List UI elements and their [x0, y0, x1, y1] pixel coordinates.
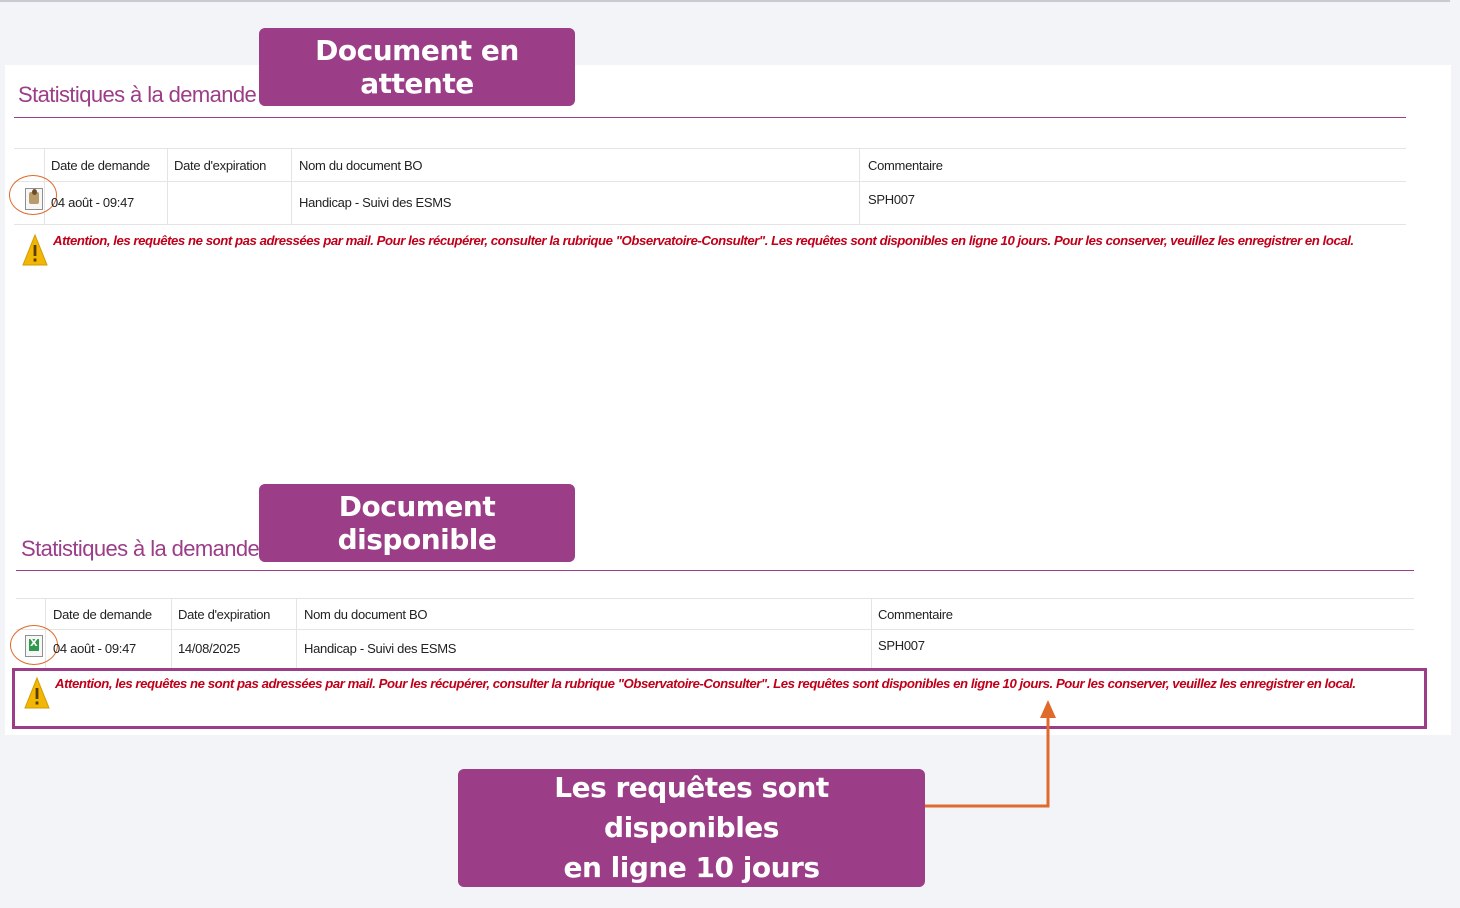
table-border	[14, 224, 1406, 225]
callout-availability-note: Les requêtes sont disponibles en ligne 1…	[458, 769, 925, 887]
cell-nom-document: Handicap - Suivi des ESMS	[299, 195, 452, 210]
cell-commentaire: SPH007	[868, 192, 915, 207]
column-divider	[167, 148, 168, 224]
callout-pending: Document en attente	[259, 28, 575, 106]
cell-date-expiration: 14/08/2025	[178, 641, 241, 656]
section-divider	[16, 570, 1414, 571]
top-divider	[0, 0, 1450, 2]
column-divider	[291, 148, 292, 224]
column-header-nom-document[interactable]: Nom du document BO	[304, 607, 428, 622]
column-header-date-expiration[interactable]: Date d'expiration	[174, 158, 266, 173]
column-divider	[171, 598, 172, 668]
column-header-commentaire[interactable]: Commentaire	[878, 607, 953, 622]
highlight-circle	[10, 625, 58, 665]
warning-icon	[22, 233, 48, 266]
column-header-commentaire[interactable]: Commentaire	[868, 158, 943, 173]
warning-icon	[24, 676, 50, 709]
section-divider	[14, 117, 1406, 118]
table-border	[14, 148, 1406, 149]
highlight-circle	[9, 175, 57, 215]
warning-message: Attention, les requêtes ne sont pas adre…	[53, 233, 1354, 248]
table-border	[16, 598, 1414, 599]
section-title-pending: Statistiques à la demande	[18, 82, 257, 107]
column-header-date-demande[interactable]: Date de demande	[53, 607, 152, 622]
cell-nom-document: Handicap - Suivi des ESMS	[304, 641, 457, 656]
callout-available: Document disponible	[259, 484, 575, 562]
cell-date-demande: 04 août - 09:47	[51, 195, 134, 210]
column-divider	[296, 598, 297, 668]
column-header-nom-document[interactable]: Nom du document BO	[299, 158, 423, 173]
callout-note-line1: Les requêtes sont disponibles	[554, 771, 829, 844]
cell-commentaire: SPH007	[878, 638, 925, 653]
table-border	[16, 629, 1414, 630]
cell-date-demande: 04 août - 09:47	[53, 641, 136, 656]
warning-message: Attention, les requêtes ne sont pas adre…	[55, 676, 1356, 691]
callout-note-line2: en ligne 10 jours	[563, 851, 820, 884]
section-title-available: Statistiques à la demande	[21, 536, 260, 561]
column-divider	[871, 598, 872, 668]
requests-table-available: Date de demande Date d'expiration Nom du…	[10, 598, 1414, 668]
requests-table-pending: Date de demande Date d'expiration Nom du…	[9, 148, 1406, 226]
column-header-date-demande[interactable]: Date de demande	[51, 158, 150, 173]
column-divider	[859, 148, 860, 224]
column-header-date-expiration[interactable]: Date d'expiration	[178, 607, 270, 622]
table-border	[14, 181, 1406, 182]
